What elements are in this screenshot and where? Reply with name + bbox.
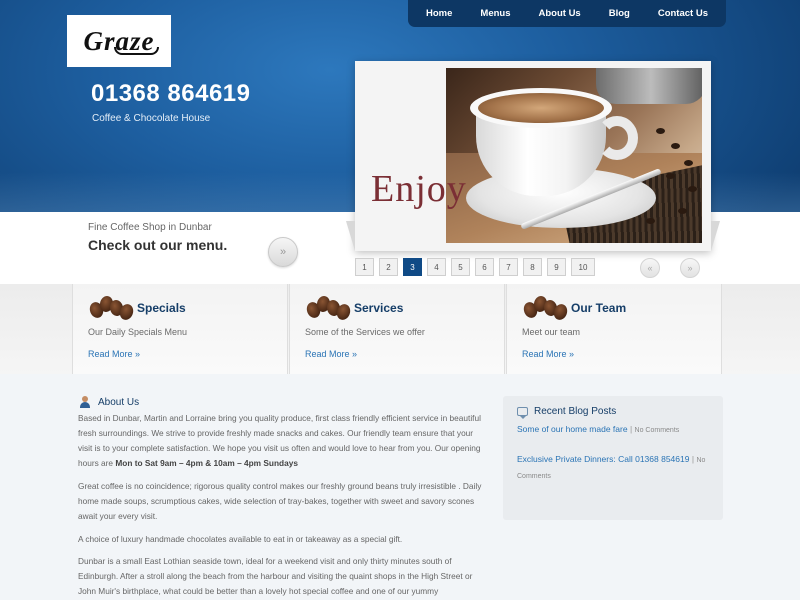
about-paragraph: Based in Dunbar, Martin and Lorraine bri… — [78, 413, 481, 469]
slide-page-3[interactable]: 3 — [403, 258, 422, 276]
intro-headline[interactable]: Check out our menu. — [88, 237, 227, 253]
blog-post-link[interactable]: Exclusive Private Dinners: Call 01368 85… — [517, 454, 689, 464]
nav-contact-us[interactable]: Contact Us — [658, 8, 708, 19]
read-more-link[interactable]: Read More » — [305, 349, 357, 359]
coffee-beans-icon — [304, 294, 353, 322]
about-paragraph: Great coffee is no coincidence; rigorous… — [78, 480, 482, 522]
slide-page-5[interactable]: 5 — [451, 258, 470, 276]
about-paragraph: Dunbar is a small East Lothian seaside t… — [78, 556, 473, 597]
slide-page-1[interactable]: 1 — [355, 258, 374, 276]
person-icon — [79, 396, 91, 408]
read-more-link[interactable]: Read More » — [522, 349, 574, 359]
feature-specials: Specials Our Daily Specials Menu Read Mo… — [72, 284, 288, 374]
about-paragraph: A choice of luxury handmade chocolates a… — [78, 533, 403, 544]
feature-title[interactable]: Specials — [137, 301, 186, 315]
double-chevron-right-icon: » — [279, 246, 287, 258]
opening-hours: Mon to Sat 9am – 4pm & 10am – 4pm Sunday… — [115, 458, 298, 469]
coffee-beans-icon — [87, 294, 136, 322]
blog-post-comments[interactable]: No Comments — [635, 427, 680, 434]
about-us-text: Based in Dunbar, Martin and Lorraine bri… — [78, 411, 486, 600]
menu-arrow-button[interactable]: » — [268, 237, 298, 267]
slide-page-9[interactable]: 9 — [547, 258, 566, 276]
read-more-link[interactable]: Read More » — [88, 349, 140, 359]
slider-next-button[interactable]: » — [680, 258, 700, 278]
slide-page-6[interactable]: 6 — [475, 258, 494, 276]
slide-page-10[interactable]: 10 — [571, 258, 595, 276]
feature-description: Meet our team — [522, 327, 581, 337]
logo-text: Graze — [83, 25, 159, 56]
nav-menus[interactable]: Menus — [480, 8, 510, 19]
coffee-cup-photo[interactable] — [446, 68, 702, 243]
feature-description: Our Daily Specials Menu — [88, 327, 188, 337]
slider-fold-right — [711, 221, 720, 251]
slide-page-4[interactable]: 4 — [427, 258, 446, 276]
slider-fold-left — [346, 221, 355, 251]
slide-caption: Enjoy — [371, 168, 467, 210]
main-nav: Home Menus About Us Blog Contact Us — [408, 0, 726, 27]
feature-our-team: Our Team Meet our team Read More » — [506, 284, 722, 374]
site-logo[interactable]: Graze — [67, 15, 171, 67]
recent-blog-posts: Recent Blog Posts Some of our home made … — [503, 396, 723, 520]
feature-title[interactable]: Our Team — [571, 301, 626, 315]
speech-bubble-icon — [517, 407, 528, 419]
phone-number: 01368 864619 — [91, 80, 251, 107]
blog-post-item: Exclusive Private Dinners: Call 01368 85… — [517, 454, 706, 480]
nav-about-us[interactable]: About Us — [539, 8, 581, 19]
feature-title[interactable]: Services — [354, 301, 403, 315]
slider-prev-button[interactable]: « — [640, 258, 660, 278]
slide-page-7[interactable]: 7 — [499, 258, 518, 276]
slider-pagination: 1 2 3 4 5 6 7 8 9 10 — [355, 258, 595, 276]
blog-post-item: Some of our home made fare | No Comments — [517, 424, 680, 434]
feature-description: Some of the Services we offer — [305, 327, 425, 337]
nav-blog[interactable]: Blog — [609, 8, 630, 19]
double-chevron-right-icon: » — [687, 263, 693, 273]
site-tagline: Coffee & Chocolate House — [92, 113, 211, 124]
feature-services: Services Some of the Services we offer R… — [289, 284, 505, 374]
slide-page-2[interactable]: 2 — [379, 258, 398, 276]
intro-kicker: Fine Coffee Shop in Dunbar — [88, 222, 212, 233]
blog-post-link[interactable]: Some of our home made fare — [517, 424, 628, 434]
double-chevron-left-icon: « — [647, 263, 653, 273]
coffee-beans-icon — [521, 294, 570, 322]
nav-home[interactable]: Home — [426, 8, 452, 19]
blog-heading: Recent Blog Posts — [534, 406, 617, 417]
slide-page-8[interactable]: 8 — [523, 258, 542, 276]
about-us-heading: About Us — [98, 397, 140, 408]
image-slider: Enjoy — [346, 61, 720, 251]
